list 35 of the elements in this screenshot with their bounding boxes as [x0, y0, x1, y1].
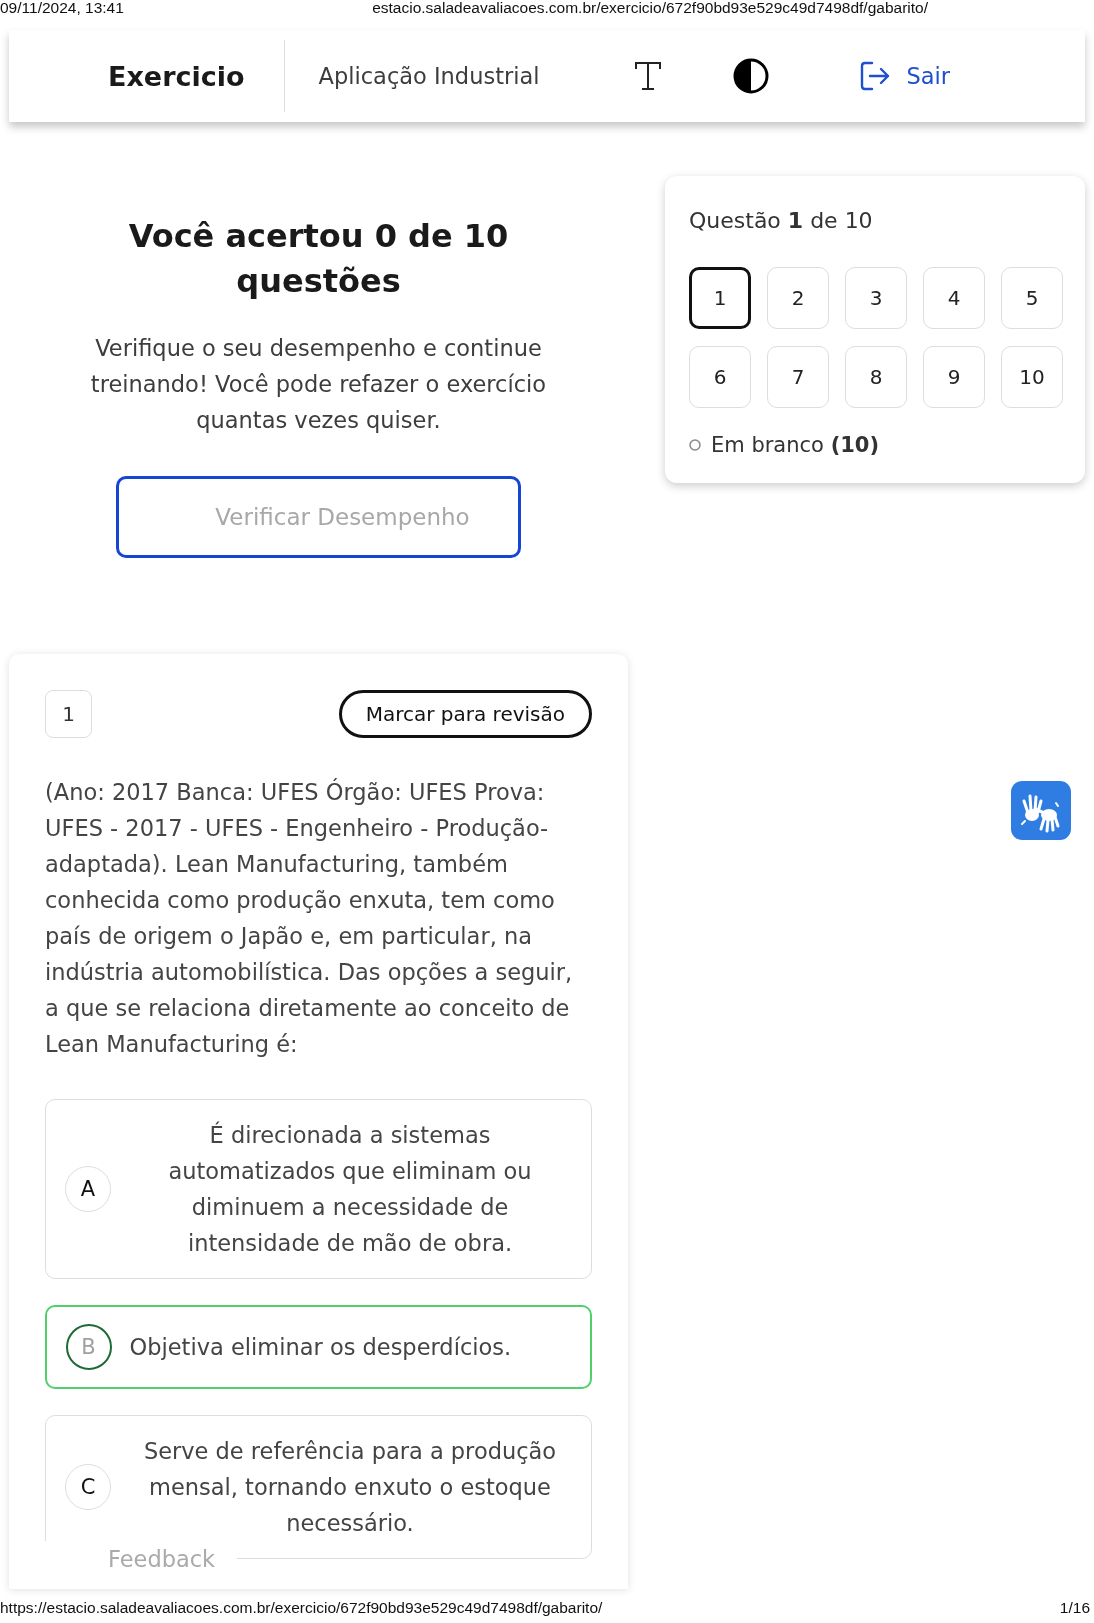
sign-language-icon[interactable]: [1011, 781, 1071, 840]
course-subject: Aplicação Industrial: [318, 63, 540, 89]
answer-option[interactable]: A É direcionada a sistemas automatizados que eliminam ou diminuem a necessidade de intensidade de mão de obra.: [45, 1099, 592, 1279]
print-page-url: estacio.saladeavaliacoes.com.br/exercicio/672f90bd93e529c49d7498df/gabarito/: [372, 0, 928, 16]
option-text: É direcionada a sistemas automatizados que eliminam ou diminuem a necessidade de intensidade de mão de obra.: [167, 1120, 533, 1258]
contrast-icon[interactable]: [733, 58, 770, 94]
question-number-button[interactable]: 8: [845, 346, 907, 408]
question-statement: (Ano: 2017 Banca: UFES Órgão: UFES Prova: UFES - 2017 - UFES - Engenheiro - Produção-adaptada). Lean Manufacturing, também conhecida como produção enxuta, tem como país de origem o Japão e, em particular, na indústria automobilística. Das opções a seguir, a que se relaciona diretamente ao conceito de Lean Manufacturing é:: [45, 777, 574, 1059]
question-number-button[interactable]: 3: [845, 267, 907, 329]
print-page-number: 1/16: [1059, 1599, 1090, 1617]
result-message: Verifique o seu desempenho e continue treinando! Você pode refazer o exercício quantas vezes quiser.: [89, 334, 548, 435]
question-number-button[interactable]: 4: [923, 267, 985, 329]
page-title: Exercicio: [108, 60, 245, 92]
question-number-button[interactable]: 9: [923, 346, 985, 408]
question-number-button[interactable]: 2: [767, 267, 829, 329]
print-page-url: https://estacio.saladeavaliacoes.com.br/exercicio/672f90bd93e529c49d7498df/gabarito/: [0, 1599, 603, 1617]
option-text: Serve de referência para a produção mensal, tornando enxuto o estoque necessário.: [142, 1437, 558, 1538]
logout-icon: [859, 60, 892, 92]
option-text: Objetiva eliminar os desperdícios.: [129, 1333, 512, 1362]
font-size-icon[interactable]: [634, 61, 663, 91]
logout-button[interactable]: Sair: [859, 60, 950, 92]
question-number-button[interactable]: 5: [1001, 267, 1063, 329]
result-heading: Você acertou 0 de 10 questões: [127, 216, 510, 302]
legend-label: Em branco (10): [711, 432, 880, 459]
hollow-circle-icon: [689, 439, 701, 451]
question-number-button[interactable]: 1: [689, 267, 751, 329]
mark-for-review-button[interactable]: Marcar para revisão: [338, 690, 592, 738]
question-number-badge: 1: [45, 690, 92, 738]
question-number-button[interactable]: 10: [1001, 346, 1063, 408]
option-letter: B: [65, 1324, 112, 1370]
print-date: 09/11/2024, 13:41: [0, 0, 124, 16]
question-number-button[interactable]: 6: [689, 346, 751, 408]
question-counter: Questão 1 de 10: [689, 207, 874, 235]
question-number-button[interactable]: 7: [767, 346, 829, 408]
answer-option[interactable]: B Objetiva eliminar os desperdícios.: [45, 1305, 592, 1389]
